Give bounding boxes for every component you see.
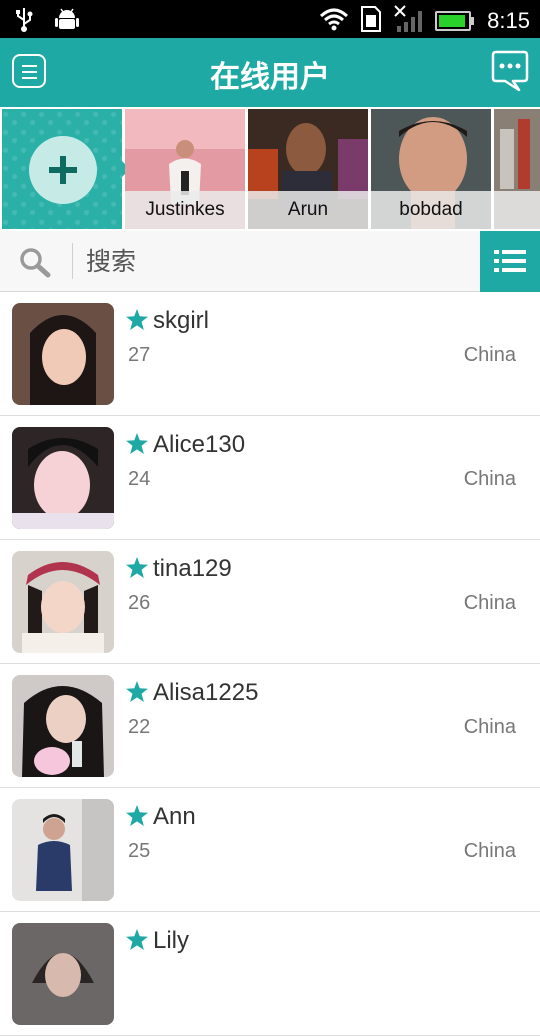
status-left-icons	[14, 6, 80, 36]
user-name: Lily	[153, 927, 190, 954]
star-icon	[126, 433, 148, 458]
plus-circle	[29, 136, 97, 204]
avatar	[12, 551, 114, 653]
add-featured-button[interactable]	[2, 109, 130, 229]
user-age: 24	[128, 468, 151, 490]
page-title: 在线用户	[210, 60, 330, 95]
no-signal-icon	[393, 4, 425, 38]
online-users-list: skgirl 27 China Alice130 24 China tina12…	[0, 292, 540, 1036]
star-icon	[126, 929, 148, 954]
featured-user-tile[interactable]: g	[494, 109, 540, 229]
search-bar	[0, 231, 540, 292]
search-input[interactable]	[86, 245, 466, 277]
star-icon	[126, 681, 148, 706]
wifi-icon	[319, 6, 349, 36]
featured-user-name: g	[494, 191, 540, 229]
user-row[interactable]: tina129 26 China	[0, 540, 540, 664]
svg-text:!: !	[378, 23, 382, 33]
user-age: 22	[128, 716, 151, 738]
featured-user-name: bobdad	[371, 191, 491, 229]
star-icon	[126, 309, 148, 334]
user-country: China	[463, 468, 516, 490]
user-row[interactable]: Ann 25 China	[0, 788, 540, 912]
user-name: skgirl	[153, 307, 210, 334]
user-country: China	[463, 592, 516, 614]
list-view-icon[interactable]	[480, 231, 540, 292]
featured-user-tile[interactable]: Arun	[248, 109, 368, 229]
avatar	[12, 923, 114, 1025]
user-name: Ann	[153, 803, 196, 830]
avatar	[12, 799, 114, 901]
user-age: 25	[128, 840, 151, 862]
user-country: China	[463, 344, 516, 366]
user-name: tina129	[153, 555, 232, 582]
user-age: 27	[128, 344, 151, 366]
featured-user-tile[interactable]: bobdad	[371, 109, 491, 229]
user-row[interactable]: Alisa1225 22 China	[0, 664, 540, 788]
featured-user-name: Arun	[248, 191, 368, 229]
battery-icon	[435, 11, 475, 31]
user-country: China	[463, 840, 516, 862]
avatar	[12, 303, 114, 405]
plus-icon	[49, 156, 77, 184]
user-row[interactable]: Alice130 24 China	[0, 416, 540, 540]
status-time: 8:15	[487, 8, 530, 33]
user-name: Alisa1225	[153, 679, 259, 706]
android-debug-icon	[54, 6, 80, 36]
chat-bubble-icon[interactable]	[491, 50, 529, 92]
user-age: 26	[128, 592, 151, 614]
status-bar: ! 8:15	[0, 0, 540, 38]
featured-users-strip: Justinkes Arun bobdad g	[0, 107, 540, 231]
featured-user-name: Justinkes	[125, 191, 245, 229]
avatar	[12, 675, 114, 777]
star-icon	[126, 805, 148, 830]
status-right-icons: ! 8:15	[319, 4, 530, 38]
user-name: Alice130	[153, 431, 246, 458]
star-icon	[126, 557, 148, 582]
sd-card-icon: !	[359, 5, 383, 37]
featured-user-tile[interactable]: Justinkes	[125, 109, 245, 229]
search-divider	[72, 243, 73, 279]
usb-icon	[14, 6, 34, 36]
app-header: 在线用户	[0, 38, 540, 107]
avatar	[12, 427, 114, 529]
user-country: China	[463, 716, 516, 738]
user-row[interactable]: Lily	[0, 912, 540, 1036]
search-icon[interactable]	[18, 246, 52, 282]
user-row[interactable]: skgirl 27 China	[0, 292, 540, 416]
